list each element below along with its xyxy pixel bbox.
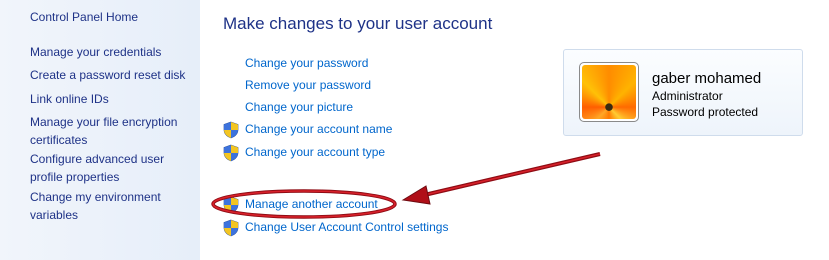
account-name: gaber mohamed bbox=[652, 70, 762, 87]
account-password-status: Password protected bbox=[652, 105, 759, 119]
account-role: Administrator bbox=[652, 89, 723, 103]
uac-shield-icon bbox=[222, 196, 240, 214]
sidebar-item-file-encryption-certificates[interactable]: Manage your file encryption certificates bbox=[30, 114, 198, 149]
page-title: Make changes to your user account bbox=[223, 14, 493, 33]
uac-shield-icon bbox=[222, 144, 240, 162]
avatar[interactable] bbox=[579, 62, 639, 122]
user-account-card: gaber mohamed Administrator Password pro… bbox=[563, 49, 803, 136]
sidebar-item-manage-credentials[interactable]: Manage your credentials bbox=[30, 44, 198, 62]
change-account-type-link[interactable]: Change your account type bbox=[245, 145, 385, 159]
control-panel-home-link[interactable]: Control Panel Home bbox=[30, 9, 198, 27]
annotation-arrow-shaft-highlight bbox=[419, 153, 601, 197]
sidebar-item-password-reset-disk[interactable]: Create a password reset disk bbox=[30, 67, 198, 85]
change-account-name-link[interactable]: Change your account name bbox=[245, 122, 392, 136]
change-picture-link[interactable]: Change your picture bbox=[245, 100, 353, 114]
sidebar-item-environment-variables[interactable]: Change my environment variables bbox=[30, 189, 198, 224]
sidebar-item-advanced-profile-properties[interactable]: Configure advanced user profile properti… bbox=[30, 151, 198, 186]
uac-shield-icon bbox=[222, 219, 240, 237]
uac-shield-icon bbox=[222, 121, 240, 139]
remove-password-link[interactable]: Remove your password bbox=[245, 78, 371, 92]
annotation-arrow-head bbox=[401, 185, 431, 205]
annotation-arrow-shaft bbox=[419, 152, 601, 198]
change-uac-settings-link[interactable]: Change User Account Control settings bbox=[245, 220, 448, 234]
change-password-link[interactable]: Change your password bbox=[245, 56, 368, 70]
flower-picture-icon bbox=[582, 65, 636, 119]
sidebar-item-link-online-ids[interactable]: Link online IDs bbox=[30, 91, 198, 109]
left-navigation-pane: Control Panel Home Manage your credentia… bbox=[0, 0, 200, 260]
manage-another-account-link[interactable]: Manage another account bbox=[245, 197, 378, 211]
